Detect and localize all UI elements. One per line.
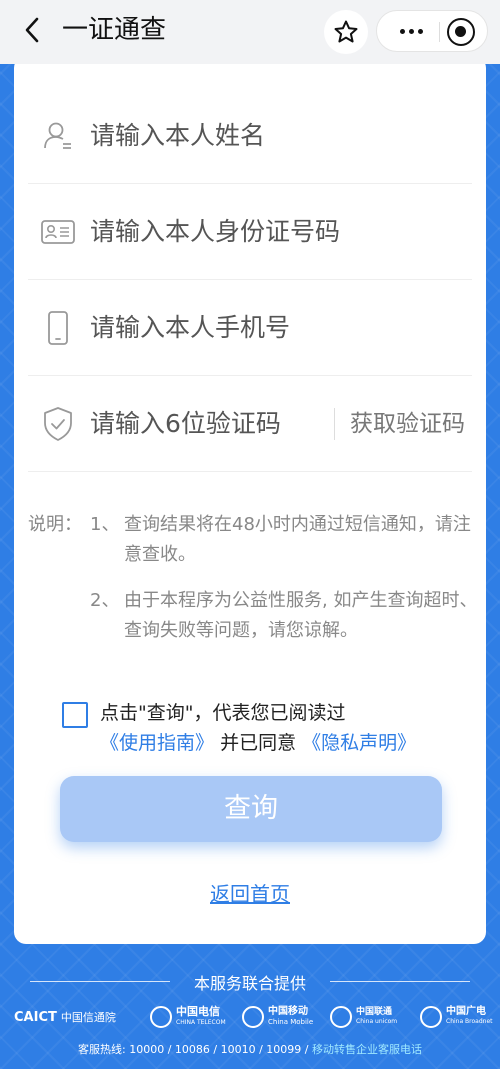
id-placeholder: 请输入本人身份证号码 <box>90 217 341 246</box>
china-telecom-logo: 中国电信 CHINA TELECOM <box>150 1002 226 1032</box>
agreement-text: 点击"查询"，代表您已阅读过 <box>100 702 346 724</box>
id-card-field[interactable]: 请输入本人身份证号码 <box>28 184 472 280</box>
mvno-hotline-link[interactable]: 移动转售企业客服电话 <box>312 1043 422 1056</box>
privacy-link[interactable]: 《隐私声明》 <box>302 732 416 754</box>
code-field[interactable]: 请输入6位验证码 获取验证码 <box>28 376 472 472</box>
logo-name: CAICT <box>14 1009 57 1025</box>
logo-subname: China Mobile <box>268 1018 314 1026</box>
page-title: 一证通查 <box>62 15 167 45</box>
capsule-menu <box>376 10 488 52</box>
note-text: 由于本程序为公益性服务, 如产生查询超时、查询失败等问题，请您谅解。 <box>124 590 478 641</box>
note-number: 1、 <box>90 514 120 535</box>
china-mobile-logo: 中国移动 China Mobile <box>242 1002 313 1032</box>
name-field[interactable]: 请输入本人姓名 <box>28 88 472 184</box>
logo-name: 中国联通 <box>356 1007 393 1017</box>
navigation-bar: 一证通查 <box>0 0 500 64</box>
logo-subname: CHINA TELECOM <box>176 1019 226 1026</box>
agreement-links: 《使用指南》 并已同意 《隐私声明》 <box>100 728 416 758</box>
code-divider <box>334 408 335 440</box>
mobile-mark-icon <box>242 1006 264 1028</box>
china-broadnet-logo: 中国广电 China Broadnet <box>420 1002 493 1032</box>
footer-title: 本服务联合提供 <box>193 974 306 993</box>
agreement-section: 点击"查询"，代表您已阅读过 《使用指南》 并已同意 《隐私声明》 <box>62 696 462 766</box>
logo-subname: China Broadnet <box>446 1018 493 1025</box>
logo-subname: China unicom <box>356 1018 398 1025</box>
logo-name: 中国移动 <box>268 1006 308 1017</box>
get-code-button[interactable]: 获取验证码 <box>350 406 465 442</box>
phone-placeholder: 请输入本人手机号 <box>90 313 291 342</box>
user-icon <box>40 118 76 154</box>
target-circle-icon[interactable] <box>447 18 475 46</box>
logo-name: 中国电信 <box>176 1005 220 1018</box>
more-dots-icon[interactable] <box>391 11 431 51</box>
phone-icon <box>40 310 76 346</box>
agree-checkbox[interactable] <box>62 702 88 728</box>
notes-lead: 说明： <box>28 514 82 535</box>
note-number: 2、 <box>90 590 120 611</box>
logo-name: 中国广电 <box>446 1006 486 1017</box>
note-text: 查询结果将在48小时内通过短信通知，请注意查收。 <box>124 514 471 565</box>
hotline-text: 客服热线: 10000 / 10086 / 10010 / 10099 / 移动… <box>0 1041 500 1057</box>
footer-divider-right <box>330 981 470 982</box>
id-card-icon <box>40 214 76 250</box>
chevron-left-icon[interactable] <box>16 14 48 46</box>
star-icon[interactable] <box>324 10 368 54</box>
caict-logo: CAICT 中国信通院 <box>14 1002 116 1032</box>
query-button[interactable]: 查询 <box>60 776 442 842</box>
name-placeholder: 请输入本人姓名 <box>90 121 266 150</box>
hotline-numbers: 客服热线: 10000 / 10086 / 10010 / 10099 / <box>78 1043 309 1056</box>
partner-logos: CAICT 中国信通院 中国电信 CHINA TELECOM 中国移动 Chin… <box>0 1002 500 1032</box>
shield-check-icon <box>40 406 76 442</box>
form-card: 请输入本人姓名 请输入本人身份证号码 请输入本人手机号 请输入6位验证码 获取验… <box>14 56 486 944</box>
china-unicom-logo: 中国联通 China unicom <box>330 1002 397 1032</box>
logo-subname: 中国信通院 <box>60 1011 116 1024</box>
agreement-text-2: 并已同意 <box>220 732 297 754</box>
broadnet-mark-icon <box>420 1006 442 1028</box>
code-placeholder: 请输入6位验证码 <box>90 409 281 438</box>
unicom-mark-icon <box>330 1006 352 1028</box>
guide-link[interactable]: 《使用指南》 <box>100 732 214 754</box>
telecom-mark-icon <box>150 1006 172 1028</box>
back-home-link[interactable]: 返回首页 <box>14 878 486 907</box>
phone-field[interactable]: 请输入本人手机号 <box>28 280 472 376</box>
capsule-divider <box>439 22 440 42</box>
